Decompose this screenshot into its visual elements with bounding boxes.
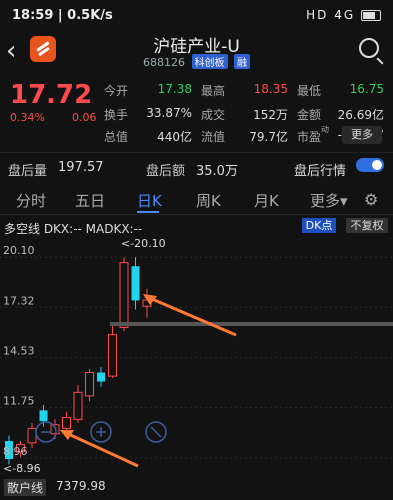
candle-body [73, 391, 83, 420]
status-icons: HD 4G [306, 8, 381, 22]
quote-label: 今开 [104, 84, 129, 98]
stock-code: 688126 [143, 56, 185, 69]
active-tab-underline [137, 211, 159, 213]
change-amount: 0.06 [72, 111, 97, 124]
candle-body [85, 372, 94, 397]
quote-value: 17.38 [157, 82, 192, 96]
tab-five-day[interactable]: 五日 [75, 190, 105, 211]
quote-label: 换手 [104, 108, 129, 122]
candle-body [97, 372, 105, 382]
candle-body [27, 427, 37, 444]
tab-weekly-k[interactable]: 周K [196, 190, 221, 211]
quote-label: 总值 [104, 130, 129, 144]
candle-body [108, 334, 117, 377]
change-percent: 0.34% [10, 111, 45, 124]
candle-body [62, 417, 71, 429]
after-hours-toggle-label: 盘后行情 [294, 164, 347, 179]
battery-icon [361, 10, 381, 21]
retail-line-value: 7379.98 [56, 479, 106, 493]
bottom-indicator-bar: 散户线 7379.98 [0, 477, 393, 496]
period-tabs: 分时 五日 日K 周K 月K 更多▾ [0, 184, 393, 215]
quote-value: 26.69亿 [337, 108, 384, 122]
after-vol-value: 197.57 [58, 160, 104, 175]
header: ‹ 沪硅产业-U 688126 科创板 融 [0, 30, 393, 74]
margin-tag: 融 [234, 54, 250, 69]
candle-body [119, 262, 129, 328]
tab-more[interactable]: 更多▾ [310, 190, 348, 211]
y-axis-label: 8.96 [3, 445, 28, 458]
more-button[interactable]: 更多 [342, 126, 382, 144]
tab-intraday[interactable]: 分时 [16, 190, 46, 211]
y-axis-label: 17.32 [3, 294, 35, 307]
y-axis-label: 14.53 [3, 345, 35, 358]
quote-label: 流值 [201, 130, 226, 144]
annotation-arrow-lower [63, 430, 139, 468]
quote-label: 成交 [201, 108, 226, 122]
after-hours-toggle[interactable] [356, 158, 384, 172]
kline-chart[interactable]: 20.10 17.32 14.53 11.75 8.96 <-20.10 <-8.96 [0, 236, 393, 476]
y-axis-label: 11.75 [3, 395, 35, 408]
star-market-tag: 科创板 [191, 54, 228, 69]
tab-daily-k[interactable]: 日K [137, 190, 162, 211]
after-amt-label: 盘后额 [146, 164, 186, 179]
quote-label: 最低 [297, 84, 322, 98]
quote-value: 18.35 [253, 82, 288, 96]
status-time: 18:59 | 0.5K/s [12, 8, 113, 23]
network-indicator: HD 4G [306, 8, 356, 22]
indicator-label: 多空线 DKX:-- MADKX:-- [4, 222, 143, 236]
min-price-label: <-8.96 [3, 462, 41, 475]
current-price: 17.72 [10, 80, 93, 110]
adjust-button[interactable]: 不复权 [346, 218, 388, 233]
quote-label: 最高 [201, 84, 226, 98]
after-vol-label: 盘后量 [8, 164, 48, 179]
tab-monthly-k[interactable]: 月K [254, 190, 279, 211]
stock-code-line: 688126 科创板 融 [0, 54, 393, 69]
after-amt-value: 35.0万 [196, 164, 238, 179]
annotation-arrow-upper [144, 294, 237, 337]
max-price-label: <-20.10 [121, 237, 166, 250]
quote-value: 16.75 [349, 82, 384, 96]
after-hours-bar: 盘后量 197.57 盘后额 35.0万 盘后行情 [0, 152, 393, 181]
dk-point-button[interactable]: DK点 [302, 218, 336, 233]
gear-icon[interactable]: ⚙ [364, 190, 378, 209]
quote-value: 33.87% [146, 106, 192, 120]
price-level-bar [110, 322, 393, 326]
retail-line-label: 散户线 [4, 479, 47, 496]
candle-body [39, 410, 48, 422]
quote-label: 市盈 [297, 130, 322, 144]
quote-value: 152万 [253, 108, 288, 122]
candle-body [131, 266, 140, 301]
quote-value: 440亿 [157, 130, 192, 144]
y-axis-label: 20.10 [3, 244, 35, 257]
quote-value: 79.7亿 [249, 130, 288, 144]
quote-label: 金额 [297, 108, 322, 122]
pe-dynamic-marker: 动 [321, 125, 329, 134]
status-bar: 18:59 | 0.5K/s HD 4G [0, 0, 393, 30]
search-icon[interactable] [359, 38, 379, 58]
